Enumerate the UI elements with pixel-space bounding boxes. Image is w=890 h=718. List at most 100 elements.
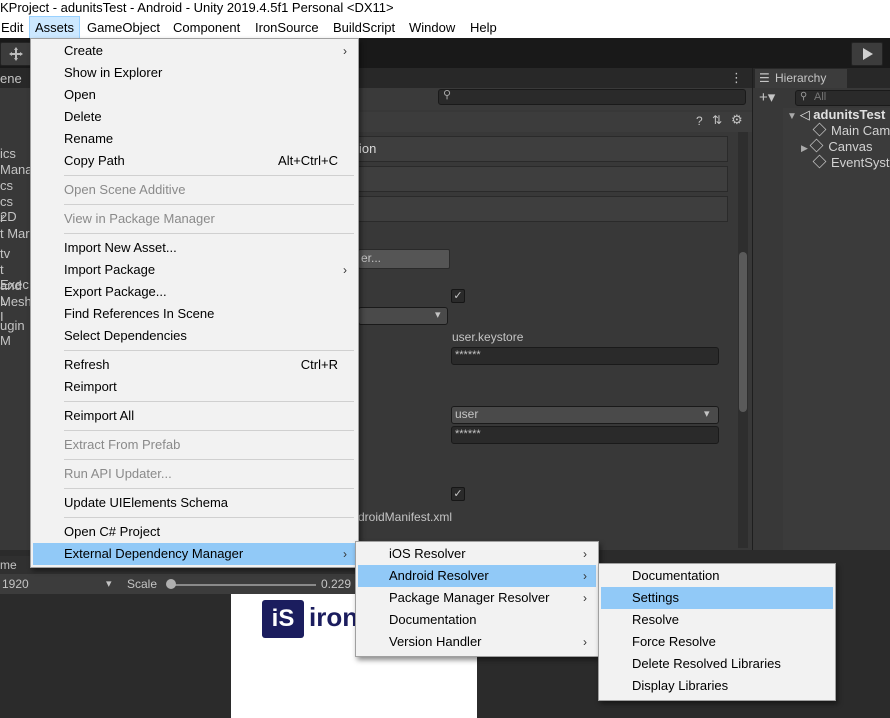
menu-item-android-resolver[interactable]: Android Resolver ›: [358, 565, 596, 587]
hierarchy-panel: ☰ Hierarchy +▾ ⚲ All ▼ ◁ adunitsTest Mai…: [752, 68, 890, 550]
play-button[interactable]: [851, 42, 883, 66]
chevron-right-icon: ›: [583, 569, 587, 583]
scale-slider[interactable]: [168, 584, 316, 586]
menu-item-open[interactable]: Open: [31, 84, 358, 106]
keystore-path: user.keystore: [452, 330, 524, 344]
menu-component[interactable]: Component: [173, 17, 240, 38]
menu-item-import-package[interactable]: Import Package ›: [31, 259, 358, 281]
menu-separator: [64, 175, 354, 176]
hierarchy-item-main-camera[interactable]: Main Camera: [812, 122, 890, 139]
window-title: KProject - adunitsTest - Android - Unity…: [0, 0, 890, 17]
scrollbar[interactable]: [738, 132, 748, 548]
move-tool-button[interactable]: [0, 42, 32, 66]
menu-assets[interactable]: Assets: [28, 16, 81, 39]
menu-item-copy-path[interactable]: Copy Path Alt+Ctrl+C: [31, 150, 358, 172]
menu-edit[interactable]: Edit: [1, 17, 23, 38]
chevron-down-icon: ▾: [704, 408, 710, 420]
browse-button[interactable]: er...: [358, 249, 450, 269]
inspector-search[interactable]: ⚲: [438, 89, 746, 105]
menu-item-force-resolve[interactable]: Force Resolve: [599, 631, 835, 653]
more-icon[interactable]: ⋮: [730, 70, 743, 86]
menu-item-package-manager-resolver[interactable]: Package Manager Resolver ›: [356, 587, 598, 609]
menu-item-refresh[interactable]: Refresh Ctrl+R: [31, 354, 358, 376]
menu-item-documentation[interactable]: Documentation: [599, 565, 835, 587]
android-resolver-submenu: Documentation Settings Resolve Force Res…: [598, 563, 836, 701]
scene-root[interactable]: ▼ ◁ adunitsTest: [787, 107, 885, 123]
menu-item-find-references[interactable]: Find References In Scene: [31, 303, 358, 325]
add-icon[interactable]: +▾: [759, 88, 775, 106]
shortcut-label: Ctrl+R: [300, 357, 338, 372]
list-item[interactable]: tv: [0, 246, 10, 261]
preset-icon[interactable]: ⇅: [712, 113, 722, 127]
menu-gameobject[interactable]: GameObject: [87, 17, 160, 38]
tab-hierarchy[interactable]: ☰ Hierarchy: [755, 69, 847, 88]
help-icon[interactable]: ?: [696, 114, 703, 128]
menu-item-create[interactable]: Create ›: [31, 40, 358, 62]
scene-tab[interactable]: ene: [0, 71, 22, 86]
menu-buildscript[interactable]: BuildScript: [333, 17, 395, 38]
menu-item-show-in-explorer[interactable]: Show in Explorer: [31, 62, 358, 84]
keystore-password-field[interactable]: ******: [451, 347, 719, 365]
list-item[interactable]: t Mar: [0, 226, 30, 241]
chevron-right-icon: ›: [583, 591, 587, 605]
edm-submenu: iOS Resolver › Android Resolver › Package …: [355, 541, 599, 657]
menu-item-open-csharp-project[interactable]: Open C# Project: [31, 521, 358, 543]
menu-item-export-package[interactable]: Export Package...: [31, 281, 358, 303]
ironsource-logo: iS: [262, 600, 304, 638]
menu-ironsource[interactable]: IronSource: [255, 17, 319, 38]
menu-separator: [64, 350, 354, 351]
section-title: ion: [359, 141, 377, 156]
menu-item-rename[interactable]: Rename: [31, 128, 358, 150]
alias-dropdown[interactable]: user ▾: [451, 406, 719, 424]
resolution-dropdown[interactable]: 1920 ▾: [0, 574, 120, 594]
chevron-right-icon: ›: [583, 547, 587, 561]
menu-item-delete[interactable]: Delete: [31, 106, 358, 128]
menu-item-display-libraries[interactable]: Display Libraries: [599, 675, 835, 697]
menu-item-resolve[interactable]: Resolve: [599, 609, 835, 631]
menu-item-ios-resolver[interactable]: iOS Resolver ›: [356, 543, 598, 565]
list-item[interactable]: Mana: [0, 162, 30, 177]
checkbox[interactable]: ✓: [451, 487, 465, 501]
search-icon: ⚲: [443, 89, 452, 101]
menu-item-external-dependency-manager[interactable]: External Dependency Manager ›: [33, 543, 356, 565]
menu-item-documentation[interactable]: Documentation: [356, 609, 598, 631]
section-row[interactable]: [358, 166, 728, 192]
checkbox[interactable]: ✓: [451, 289, 465, 303]
hierarchy-search[interactable]: ⚲ All: [795, 90, 890, 106]
menu-help[interactable]: Help: [470, 17, 497, 38]
menu-separator: [64, 488, 354, 489]
alias-password-field[interactable]: ******: [451, 426, 719, 444]
menu-item-update-uielements-schema[interactable]: Update UIElements Schema: [31, 492, 358, 514]
hierarchy-item-canvas[interactable]: ▶ Canvas: [801, 138, 873, 155]
menu-item-delete-resolved-libraries[interactable]: Delete Resolved Libraries: [599, 653, 835, 675]
chevron-right-icon: ›: [583, 635, 587, 649]
section-row[interactable]: [358, 196, 728, 222]
list-item[interactable]: cs 2D: [0, 194, 30, 224]
gear-icon[interactable]: ⚙: [731, 112, 743, 128]
assets-menu: Create › Show in Explorer Open Delete Ren…: [30, 38, 359, 568]
hierarchy-item-eventsystem[interactable]: EventSystem: [812, 154, 890, 171]
chevron-right-icon: ›: [343, 547, 347, 561]
scrollbar-thumb[interactable]: [739, 252, 747, 412]
menu-item-settings[interactable]: Settings: [601, 587, 833, 609]
menu-item-run-api-updater: Run API Updater...: [64, 466, 172, 481]
list-item[interactable]: r: [0, 210, 4, 225]
search-icon: ⚲: [800, 91, 808, 102]
menu-window[interactable]: Window: [409, 17, 455, 38]
list-item[interactable]: ugin M: [0, 318, 30, 348]
menu-item-version-handler[interactable]: Version Handler ›: [356, 631, 598, 653]
menu-item-view-in-package-manager: View in Package Manager: [64, 211, 215, 226]
scale-slider-handle[interactable]: [166, 579, 176, 589]
menu-item-reimport-all[interactable]: Reimport All: [31, 405, 358, 427]
list-item[interactable]: ics: [0, 146, 16, 161]
menu-item-select-dependencies[interactable]: Select Dependencies: [31, 325, 358, 347]
gameobject-icon: [810, 138, 824, 153]
section-header[interactable]: ion: [358, 136, 728, 162]
scene-panel: ene ics Mana cs cs 2D r t Mar tv t Exec …: [0, 68, 30, 550]
game-tab[interactable]: me: [0, 558, 17, 572]
menu-item-import-new-asset[interactable]: Import New Asset...: [31, 237, 358, 259]
list-item[interactable]: cs: [0, 178, 13, 193]
dropdown[interactable]: ▾: [358, 307, 448, 325]
menu-item-reimport[interactable]: Reimport: [31, 376, 358, 398]
play-icon: [863, 48, 873, 60]
